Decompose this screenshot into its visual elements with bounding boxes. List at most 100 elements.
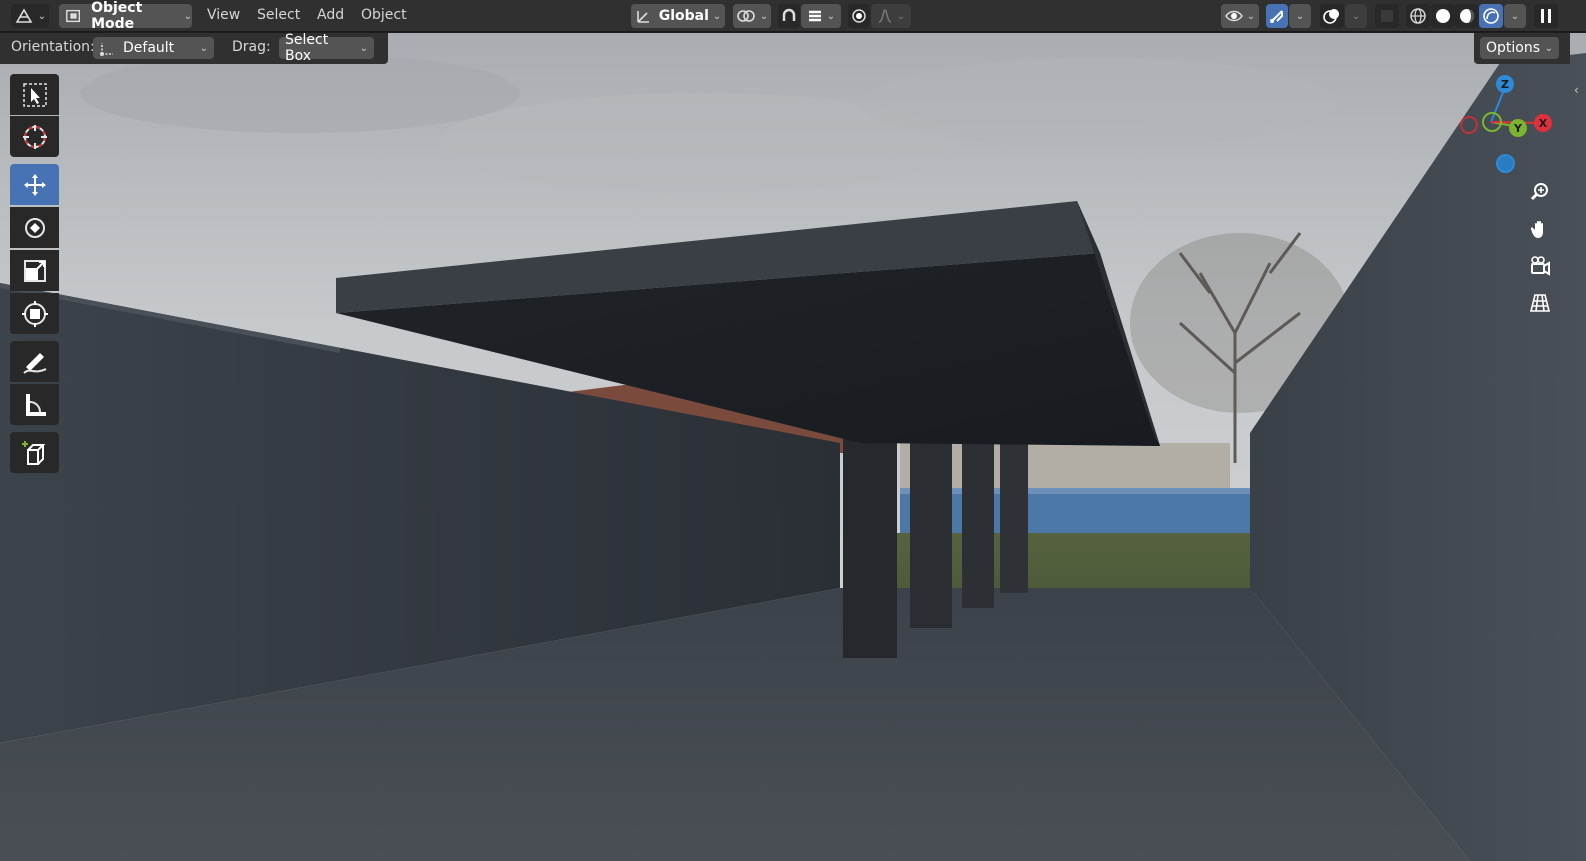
proportional-editing-icon bbox=[852, 9, 866, 23]
chevron-down-icon: ⌄ bbox=[896, 10, 906, 22]
select-box-tool[interactable] bbox=[10, 74, 59, 115]
shading-rendered[interactable] bbox=[1479, 4, 1503, 28]
blender-window: Z Y X ‹ Orientation: Default ⌄ Drag: Sel… bbox=[0, 0, 1586, 861]
cursor-tool[interactable] bbox=[10, 116, 59, 157]
rotate-tool[interactable] bbox=[10, 207, 59, 248]
pivot-point-dropdown[interactable]: ⌄ bbox=[733, 4, 771, 28]
menu-add[interactable]: Add bbox=[317, 7, 344, 23]
camera-view-icon bbox=[1531, 256, 1550, 276]
gizmo-dropdown[interactable]: ⌄ bbox=[1289, 4, 1311, 28]
chevron-down-icon: ⌄ bbox=[37, 10, 47, 22]
select-box-icon bbox=[22, 82, 47, 107]
move-icon bbox=[23, 173, 46, 196]
pan-button[interactable] bbox=[1524, 213, 1556, 245]
cursor-icon bbox=[22, 124, 47, 149]
measure-tool[interactable] bbox=[10, 384, 59, 425]
chevron-down-icon: ⌄ bbox=[1544, 42, 1553, 54]
shading-dropdown[interactable]: ⌄ bbox=[1504, 4, 1526, 28]
menu-object[interactable]: Object bbox=[361, 7, 407, 23]
pivot-point-icon bbox=[736, 10, 755, 22]
xray-toggle[interactable] bbox=[1375, 4, 1399, 28]
chevron-down-icon: ⌄ bbox=[712, 10, 722, 22]
3d-viewport[interactable]: Z Y X ‹ bbox=[0, 33, 1586, 861]
drag-value: Select Box bbox=[285, 32, 329, 64]
chevron-down-icon: ⌄ bbox=[199, 42, 208, 54]
gizmo-neg-x-axis[interactable] bbox=[1460, 116, 1478, 134]
menu-view[interactable]: View bbox=[207, 7, 240, 23]
chevron-down-icon: ⌄ bbox=[759, 10, 769, 22]
transform-orientation-dropdown[interactable]: Global ⌄ bbox=[631, 4, 725, 28]
gizmo-z-axis[interactable]: Z bbox=[1496, 75, 1514, 93]
options-dropdown[interactable]: Options ⌄ bbox=[1480, 37, 1559, 59]
editor-type-icon bbox=[15, 8, 33, 23]
snap-target-icon bbox=[808, 10, 821, 22]
pan-hand-icon bbox=[1530, 221, 1543, 238]
chevron-down-icon: ⌄ bbox=[183, 10, 192, 22]
perspective-grid-icon bbox=[1529, 294, 1551, 312]
perspective-button[interactable] bbox=[1524, 287, 1556, 319]
snap-target-dropdown[interactable]: ⌄ bbox=[801, 4, 841, 28]
chevron-down-icon: ⌄ bbox=[1246, 10, 1256, 22]
annotate-icon bbox=[22, 352, 46, 374]
transform-icon bbox=[21, 300, 48, 327]
gizmo-z-label: Z bbox=[1501, 77, 1509, 91]
editor-type-button[interactable]: ⌄ bbox=[11, 4, 49, 28]
gizmo-y-label: Y bbox=[1514, 121, 1522, 135]
xray-icon bbox=[1381, 10, 1393, 22]
gizmo-neg-y-axis[interactable] bbox=[1482, 112, 1502, 132]
zoom-button[interactable] bbox=[1524, 176, 1556, 208]
proportional-editing-toggle[interactable] bbox=[848, 4, 870, 28]
overlays-icon bbox=[1323, 9, 1339, 24]
annotate-tool[interactable] bbox=[10, 341, 59, 382]
gizmo-x-label: X bbox=[1538, 116, 1548, 130]
chevron-down-icon: ⌄ bbox=[826, 10, 836, 22]
snap-icon bbox=[782, 8, 796, 21]
gizmo-toggle[interactable] bbox=[1266, 4, 1288, 28]
object-mode-dropdown[interactable]: Object Mode ⌄ bbox=[59, 0, 192, 32]
camera-view-button[interactable] bbox=[1524, 250, 1556, 282]
chevron-down-icon: ⌄ bbox=[1351, 10, 1361, 22]
move-tool[interactable] bbox=[10, 164, 59, 205]
options-label: Options bbox=[1486, 40, 1541, 56]
scale-icon bbox=[23, 259, 46, 282]
drag-label: Drag: bbox=[232, 39, 271, 55]
shading-wireframe[interactable] bbox=[1406, 4, 1430, 28]
chevron-down-icon: ⌄ bbox=[1295, 10, 1305, 22]
orientation-dropdown[interactable]: Default ⌄ bbox=[93, 37, 214, 59]
falloff-dropdown[interactable]: ⌄ bbox=[871, 4, 911, 28]
gizmo-neg-z-axis[interactable] bbox=[1496, 154, 1515, 173]
solid-icon bbox=[1436, 9, 1450, 23]
material-preview-icon bbox=[1460, 9, 1474, 23]
rendered-icon bbox=[1483, 8, 1499, 24]
overlays-dropdown[interactable]: ⌄ bbox=[1345, 4, 1367, 28]
object-visibility-icon bbox=[1224, 10, 1243, 22]
menu-select[interactable]: Select bbox=[257, 7, 300, 23]
render-preview bbox=[0, 33, 1586, 861]
sidebar-toggle-icon[interactable]: ‹ bbox=[1574, 83, 1584, 97]
chevron-down-icon: ⌄ bbox=[1510, 10, 1520, 22]
add-cube-icon bbox=[21, 440, 45, 465]
wireframe-icon bbox=[1410, 8, 1426, 24]
shading-solid[interactable] bbox=[1431, 4, 1455, 28]
snap-toggle[interactable] bbox=[778, 4, 800, 28]
orientation-label: Orientation: bbox=[11, 39, 95, 55]
drag-dropdown[interactable]: Select Box ⌄ bbox=[279, 32, 374, 64]
measure-icon bbox=[25, 393, 46, 416]
orientation-icon bbox=[100, 43, 113, 56]
gizmo-x-axis[interactable]: X bbox=[1534, 114, 1552, 132]
overlays-toggle[interactable] bbox=[1320, 4, 1344, 28]
add-cube-tool[interactable] bbox=[10, 432, 59, 473]
shading-material-preview[interactable] bbox=[1455, 4, 1479, 28]
rotate-icon bbox=[24, 217, 45, 238]
gizmo-y-axis[interactable]: Y bbox=[1509, 119, 1527, 137]
scale-tool[interactable] bbox=[10, 250, 59, 291]
orientation-value: Default bbox=[123, 40, 175, 56]
orientation-icon bbox=[636, 11, 649, 23]
pause-render-button[interactable] bbox=[1534, 4, 1558, 28]
chevron-down-icon: ⌄ bbox=[359, 42, 368, 54]
falloff-icon bbox=[878, 9, 892, 23]
object-visibility-dropdown[interactable]: ⌄ bbox=[1221, 4, 1259, 28]
transform-tool[interactable] bbox=[10, 293, 59, 334]
pause-icon bbox=[1541, 9, 1551, 23]
gizmo-toggle-icon bbox=[1270, 10, 1283, 23]
